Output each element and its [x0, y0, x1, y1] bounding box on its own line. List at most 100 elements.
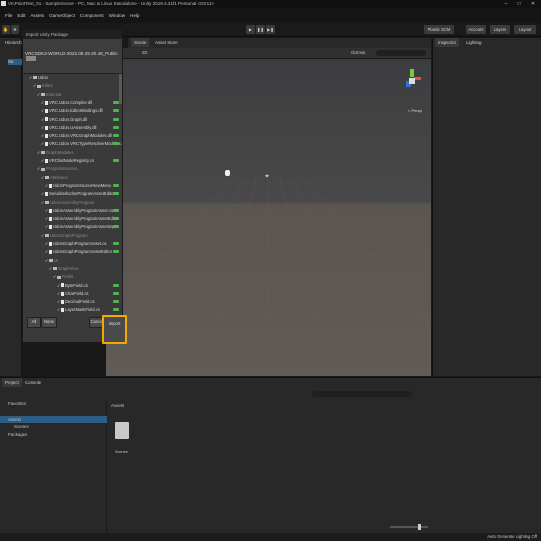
hand-tool-button[interactable]: ✋ [2, 25, 10, 34]
package-file-item[interactable]: ✓ VRC.Udon.VRCTypeResolverModules.dll [41, 141, 122, 147]
tree-favorites[interactable]: Favorites [8, 401, 26, 406]
plastic-scm-button[interactable]: Plastic SCM [424, 25, 454, 34]
project-search-input[interactable] [312, 391, 412, 397]
orientation-gizmo[interactable] [404, 69, 422, 99]
pause-button[interactable]: ❚❚ [256, 25, 265, 34]
package-folder-item[interactable]: ✓ UdonAssemblyProgram [41, 200, 119, 206]
shading-mode-dropdown[interactable]: 2D [142, 50, 147, 55]
package-file-item[interactable]: ✓ UdonProgramSourceNewMenu [45, 183, 119, 189]
package-file-item[interactable]: ✓ VRC.Udon.VRCGraphModules.dll [41, 133, 119, 139]
checkbox-icon[interactable]: ✓ [45, 258, 48, 264]
package-file-item[interactable]: ✓ VRC.Udon.UAssembly.dll [41, 125, 119, 131]
tree-packages[interactable]: Packages [8, 432, 27, 437]
package-file-item[interactable]: ✓ UdonAssemblyProgramAssetImp [45, 224, 119, 230]
checkbox-icon[interactable]: ✓ [45, 208, 48, 214]
package-file-item[interactable]: ✓ VRC.Udon.Graph.dll [41, 117, 119, 123]
checkbox-icon[interactable]: ✓ [57, 307, 60, 313]
checkbox-icon[interactable]: ✓ [41, 141, 44, 147]
menu-file[interactable]: File [5, 13, 12, 18]
tab-project[interactable]: Project [2, 378, 22, 387]
perspective-label[interactable]: < Persp [408, 108, 422, 113]
tab-asset-store[interactable]: Asset Store [152, 38, 181, 47]
hierarchy-item[interactable]: Sa [8, 59, 22, 65]
checkbox-icon[interactable]: ✓ [45, 249, 48, 255]
list-scrollbar[interactable] [119, 74, 122, 104]
minimize-button[interactable]: – [500, 0, 512, 8]
checkbox-icon[interactable]: ✓ [41, 158, 44, 164]
checkbox-icon[interactable]: ✓ [41, 133, 44, 139]
tab-scene[interactable]: Scene [131, 38, 150, 47]
select-none-button[interactable]: None [41, 317, 57, 328]
scene-viewport[interactable]: ⌖ < Persp [106, 59, 431, 376]
checkbox-icon[interactable]: ✓ [49, 266, 52, 272]
gizmos-dropdown[interactable]: Gizmos [351, 50, 365, 55]
checkbox-icon[interactable]: ✓ [33, 83, 36, 89]
checkbox-icon[interactable]: ✓ [29, 75, 32, 81]
package-folder-item[interactable]: ✓ UdonGraphProgram [41, 233, 119, 239]
package-folder-item[interactable]: ✓ ProgramSources [37, 166, 119, 172]
package-file-item[interactable]: ✓ ByteField.cs [57, 283, 119, 289]
tree-scenes[interactable]: Scenes [14, 424, 29, 429]
checkbox-icon[interactable]: ✓ [57, 291, 60, 297]
maximize-button[interactable]: □ [513, 0, 525, 8]
package-folder-item[interactable]: ✓ GraphModules [37, 150, 119, 156]
move-tool-button[interactable]: ✥ [11, 25, 19, 34]
folder-icon[interactable] [115, 422, 129, 439]
checkbox-icon[interactable]: ✓ [37, 150, 40, 156]
package-file-item[interactable]: ✓ CharField.cs [57, 291, 119, 297]
package-folder-item[interactable]: ✓ Attributes [41, 175, 119, 181]
package-file-item[interactable]: ✓ LayerMaskField.cs [57, 307, 119, 313]
package-file-item[interactable]: ✓ UdonGraphProgramAssetEditor [45, 249, 119, 255]
menu-window[interactable]: Window [109, 13, 125, 18]
tab-console[interactable]: Console [22, 378, 44, 387]
checkbox-icon[interactable]: ✓ [41, 191, 44, 197]
close-button[interactable]: ✕ [527, 0, 539, 8]
tab-inspector[interactable]: Inspector [435, 38, 460, 47]
package-folder-item[interactable]: ✓ Fields [53, 274, 119, 280]
menu-component[interactable]: Component [80, 13, 104, 18]
tree-assets[interactable]: Assets [0, 416, 107, 423]
checkbox-icon[interactable]: ✓ [41, 117, 44, 123]
select-all-button[interactable]: All [27, 317, 41, 328]
checkbox-icon[interactable]: ✓ [53, 274, 56, 280]
checkbox-icon[interactable]: ✓ [37, 166, 40, 172]
checkbox-icon[interactable]: ✓ [41, 108, 44, 114]
package-folder-item[interactable]: ✓ External [37, 92, 119, 98]
account-dropdown[interactable]: Account [466, 25, 486, 34]
tab-lighting[interactable]: Lighting [463, 38, 484, 47]
checkbox-icon[interactable]: ✓ [45, 216, 48, 222]
checkbox-icon[interactable]: ✓ [37, 92, 40, 98]
checkbox-icon[interactable]: ✓ [45, 241, 48, 247]
zoom-slider[interactable] [390, 524, 428, 530]
checkbox-icon[interactable]: ✓ [57, 283, 60, 289]
package-file-item[interactable]: ✓ VRChatNodeRegistry.cs [41, 158, 119, 164]
scene-search-input[interactable] [376, 50, 426, 56]
package-file-item[interactable]: ✓ DecimalField.cs [57, 299, 119, 305]
package-folder-item[interactable]: ✓ Editor [33, 83, 119, 89]
checkbox-icon[interactable]: ✓ [41, 125, 44, 131]
layout-dropdown[interactable]: Layout [514, 25, 536, 34]
menu-assets[interactable]: Assets [30, 13, 44, 18]
package-folder-item[interactable]: ✓ GraphView [49, 266, 119, 272]
menu-help[interactable]: Help [130, 13, 139, 18]
camera-gizmo-icon[interactable]: ⌖ [265, 173, 271, 180]
package-file-item[interactable]: ✓ UdonAssemblyProgramAsset.cs [45, 208, 119, 214]
checkbox-icon[interactable]: ✓ [41, 100, 44, 106]
checkbox-icon[interactable]: ✓ [45, 224, 48, 230]
package-file-item[interactable]: ✓ SerializedUdonProgramAssetEditor [41, 191, 119, 197]
checkbox-icon[interactable]: ✓ [41, 233, 44, 239]
checkbox-icon[interactable]: ✓ [41, 175, 44, 181]
layers-dropdown[interactable]: Layers [490, 25, 510, 34]
menu-edit[interactable]: Edit [17, 13, 25, 18]
step-button[interactable]: ▶❚ [266, 25, 275, 34]
package-folder-item[interactable]: ✓ Udon [29, 75, 119, 81]
package-folder-item[interactable]: ✓ UI [45, 258, 119, 264]
package-file-item[interactable]: ✓ VRC.Udon.EditorBindings.dll [41, 108, 119, 114]
assets-breadcrumb[interactable]: Assets [111, 403, 124, 408]
folder-label[interactable]: Scenes [115, 450, 128, 454]
checkbox-icon[interactable]: ✓ [41, 200, 44, 206]
menu-gameobject[interactable]: GameObject [49, 13, 75, 18]
package-file-item[interactable]: ✓ UdonAssemblyProgramAssetEditor [45, 216, 119, 222]
package-file-item[interactable]: ✓ UdonGraphProgramAsset.cs [45, 241, 119, 247]
import-button[interactable]: Import [102, 315, 127, 344]
